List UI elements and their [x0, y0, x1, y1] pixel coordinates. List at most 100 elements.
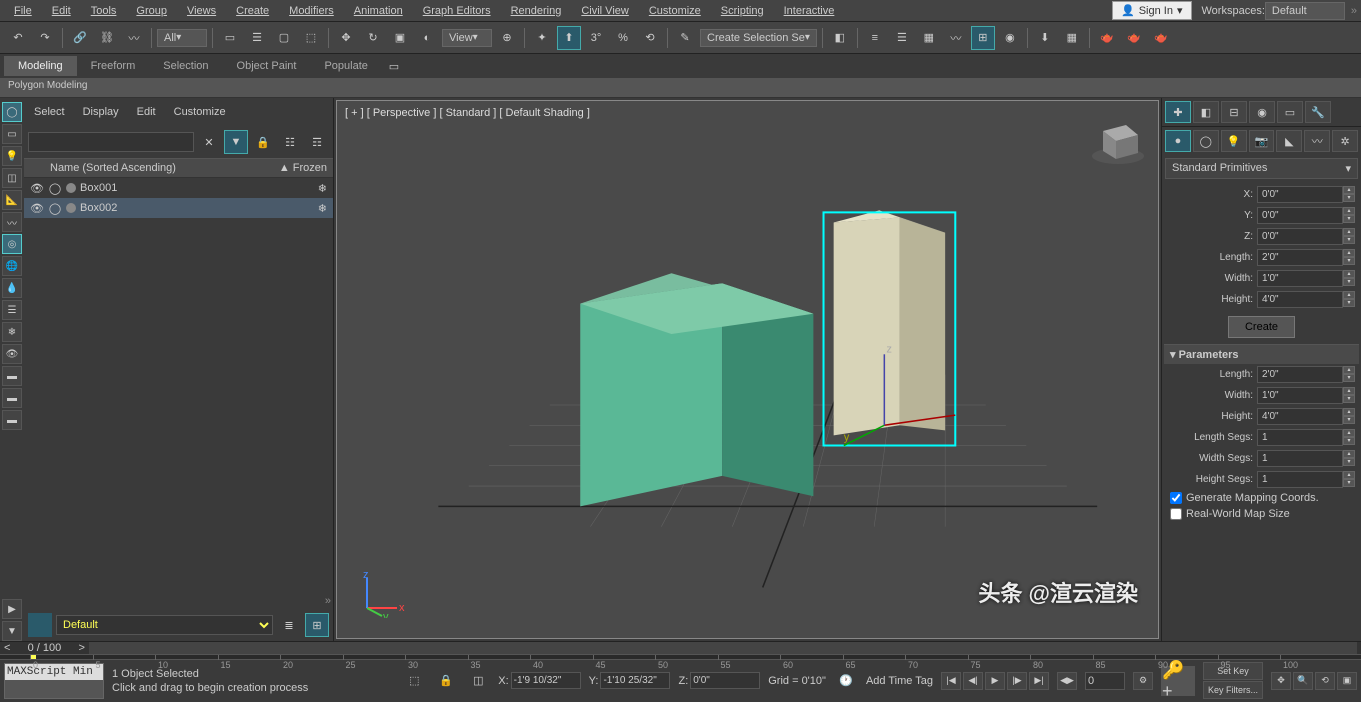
render-frame-button[interactable]: ▦: [1060, 26, 1084, 50]
time-slider[interactable]: [89, 642, 1357, 654]
p-length-input[interactable]: [1257, 366, 1343, 383]
curve-editor-button[interactable]: 〰: [944, 26, 968, 50]
lock-selection-icon[interactable]: ⬚: [402, 669, 426, 693]
cp-shapes-icon[interactable]: ◯: [1193, 130, 1219, 152]
keyfilters-button[interactable]: Key Filters...: [1203, 681, 1263, 699]
lsegs-input[interactable]: [1257, 429, 1343, 446]
layer-color-swatch[interactable]: [28, 613, 52, 637]
mirror-button[interactable]: ◧: [828, 26, 852, 50]
pivot-button[interactable]: ⊕: [495, 26, 519, 50]
ls-eye-icon[interactable]: 👁: [2, 344, 22, 364]
lock2-icon[interactable]: 🔒: [434, 669, 458, 693]
ribbon-objectpaint[interactable]: Object Paint: [223, 56, 311, 76]
angle-snap-button[interactable]: 3°: [584, 26, 608, 50]
selection-set-dropdown[interactable]: Create Selection Se ▾: [700, 29, 817, 47]
current-frame-input[interactable]: [1085, 672, 1125, 690]
cp-display-tab[interactable]: ▭: [1277, 101, 1303, 123]
scale-button[interactable]: ▣: [388, 26, 412, 50]
layer-stack-icon[interactable]: ≣: [277, 613, 301, 637]
status-y-input[interactable]: [600, 672, 670, 689]
ls-select-icon[interactable]: ◯: [2, 102, 22, 122]
ls-box-icon[interactable]: ◫: [2, 168, 22, 188]
ls-filter-icon[interactable]: ▼: [2, 621, 22, 641]
parameters-rollout[interactable]: ▾ Parameters: [1164, 344, 1359, 364]
manipulate-button[interactable]: ✦: [530, 26, 554, 50]
unlink-button[interactable]: ⛓: [95, 26, 119, 50]
ls-wave-icon[interactable]: 〰: [2, 212, 22, 232]
material-editor-button[interactable]: ◉: [998, 26, 1022, 50]
play-button[interactable]: ▶: [985, 672, 1005, 690]
menu-grapheditors[interactable]: Graph Editors: [413, 2, 501, 20]
search-clear-icon[interactable]: ✕: [197, 130, 221, 154]
cp-create-tab[interactable]: ✚: [1165, 101, 1191, 123]
snap-toggle-button[interactable]: ⬆: [557, 26, 581, 50]
length-input[interactable]: [1257, 249, 1343, 266]
sp-tab-customize[interactable]: Customize: [174, 104, 226, 120]
menu-tools[interactable]: Tools: [81, 2, 127, 20]
menu-civilview[interactable]: Civil View: [571, 2, 638, 20]
expand-icon[interactable]: »: [24, 593, 333, 609]
gen-map-checkbox[interactable]: [1170, 492, 1182, 504]
render-setup-button[interactable]: ⬇: [1033, 26, 1057, 50]
x-spinner[interactable]: ▴▾: [1343, 186, 1355, 203]
hsegs-input[interactable]: [1257, 471, 1343, 488]
cp-motion-tab[interactable]: ◉: [1249, 101, 1275, 123]
cp-helpers-icon[interactable]: ◣: [1276, 130, 1302, 152]
x-input[interactable]: [1257, 186, 1343, 203]
goto-start-button[interactable]: |◀: [941, 672, 961, 690]
z-spinner[interactable]: ▴▾: [1343, 228, 1355, 245]
ls-bar2-icon[interactable]: ▬: [2, 388, 22, 408]
real-world-checkbox[interactable]: [1170, 508, 1182, 520]
cp-hierarchy-tab[interactable]: ⊟: [1221, 101, 1247, 123]
cp-utilities-tab[interactable]: 🔧: [1305, 101, 1331, 123]
viewport-label[interactable]: [ + ] [ Perspective ] [ Standard ] [ Def…: [345, 107, 590, 119]
wsegs-input[interactable]: [1257, 450, 1343, 467]
select-button[interactable]: ▭: [218, 26, 242, 50]
align-button[interactable]: ≡: [863, 26, 887, 50]
render-iterative-button[interactable]: 🫖: [1122, 26, 1146, 50]
ribbon-toggle-icon[interactable]: ▭: [382, 54, 406, 78]
layer-dropdown[interactable]: Default: [56, 615, 273, 635]
nav-pan-icon[interactable]: ✥: [1271, 672, 1291, 690]
ls-dropper-icon[interactable]: 💧: [2, 278, 22, 298]
cp-modify-tab[interactable]: ◧: [1193, 101, 1219, 123]
p-width-input[interactable]: [1257, 387, 1343, 404]
prev-frame-button[interactable]: ◀|: [963, 672, 983, 690]
viewcube[interactable]: [1088, 111, 1148, 171]
ls-bar1-icon[interactable]: ▬: [2, 366, 22, 386]
time-config-icon[interactable]: ⚙: [1133, 672, 1153, 690]
nav-zoom-icon[interactable]: 🔍: [1293, 672, 1313, 690]
list-item[interactable]: 👁 ◯ Box002 ❄: [24, 198, 333, 218]
selection-filter-dropdown[interactable]: All ▾: [157, 29, 207, 47]
create-button[interactable]: Create: [1228, 316, 1295, 338]
cp-lights-icon[interactable]: 💡: [1221, 130, 1247, 152]
nav-orbit-icon[interactable]: ⟲: [1315, 672, 1335, 690]
spinner-snap-button[interactable]: ⟲: [638, 26, 662, 50]
goto-end-button[interactable]: ▶|: [1029, 672, 1049, 690]
cp-geometry-icon[interactable]: ●: [1165, 130, 1191, 152]
slider-right-icon[interactable]: >: [78, 642, 84, 654]
chevron-right-icon[interactable]: »: [1351, 5, 1357, 17]
cp-cameras-icon[interactable]: 📷: [1249, 130, 1275, 152]
workspace-dropdown[interactable]: Default: [1265, 2, 1345, 20]
width-input[interactable]: [1257, 270, 1343, 287]
menu-file[interactable]: File: [4, 2, 42, 20]
undo-button[interactable]: ↶: [6, 26, 30, 50]
ribbon-toggle-button[interactable]: ▦: [917, 26, 941, 50]
menu-modifiers[interactable]: Modifiers: [279, 2, 344, 20]
menu-group[interactable]: Group: [126, 2, 177, 20]
scene-list-header[interactable]: Name (Sorted Ascending) ▲ Frozen: [24, 158, 333, 178]
width-spinner[interactable]: ▴▾: [1343, 270, 1355, 287]
autokey-big-button[interactable]: 🔑+: [1161, 666, 1195, 696]
ls-globe-icon[interactable]: 🌐: [2, 256, 22, 276]
ls-target-icon[interactable]: ◎: [2, 234, 22, 254]
freeze-icon[interactable]: ◯: [48, 201, 62, 215]
redo-button[interactable]: ↷: [33, 26, 57, 50]
frozen-dot-icon[interactable]: ❄: [318, 202, 327, 215]
menu-rendering[interactable]: Rendering: [501, 2, 572, 20]
visibility-icon[interactable]: 👁: [30, 201, 44, 215]
status-z-input[interactable]: [690, 672, 760, 689]
length-spinner[interactable]: ▴▾: [1343, 249, 1355, 266]
maxscript-mini[interactable]: MAXScript Min: [4, 663, 104, 699]
ribbon-selection[interactable]: Selection: [149, 56, 222, 76]
